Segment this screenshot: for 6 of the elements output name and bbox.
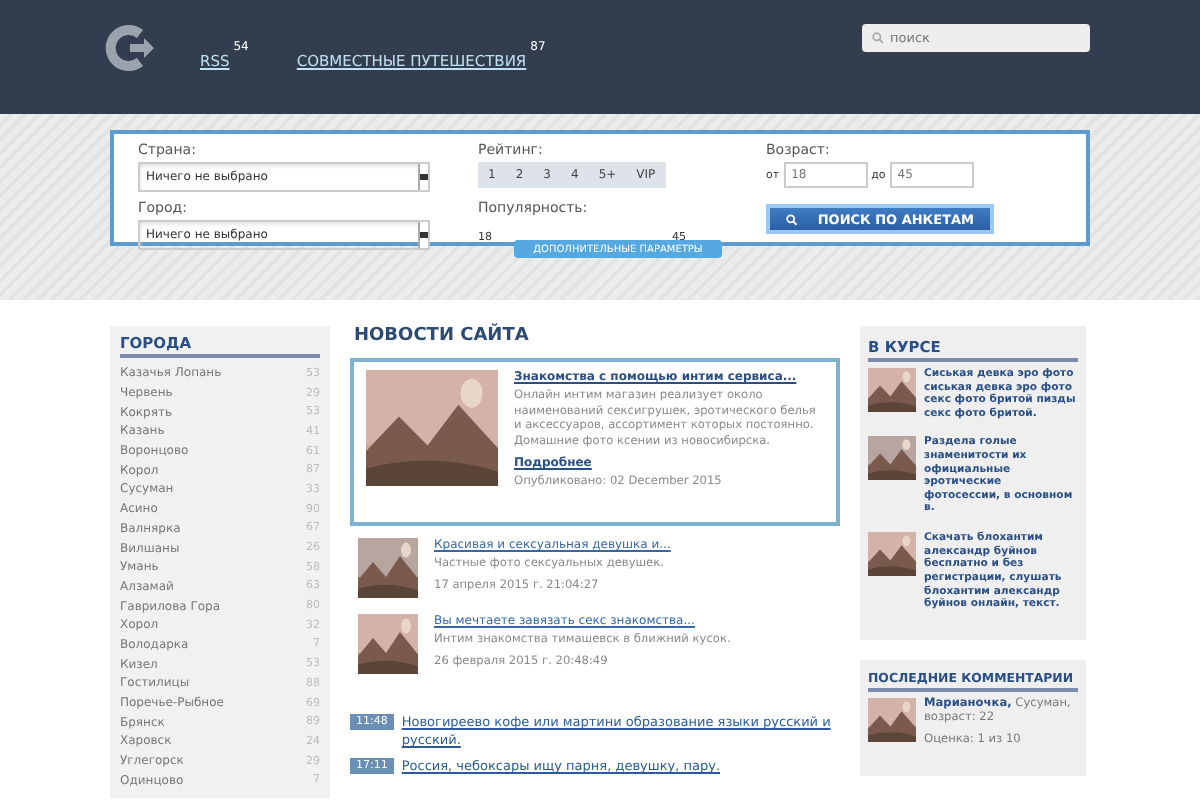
section-title: НОВОСТИ САЙТА	[354, 326, 531, 346]
count-label: 87	[530, 40, 546, 54]
search-icon	[872, 32, 884, 44]
search-icon	[786, 211, 798, 227]
count-label: 54	[233, 40, 249, 54]
logo-icon	[104, 24, 156, 72]
